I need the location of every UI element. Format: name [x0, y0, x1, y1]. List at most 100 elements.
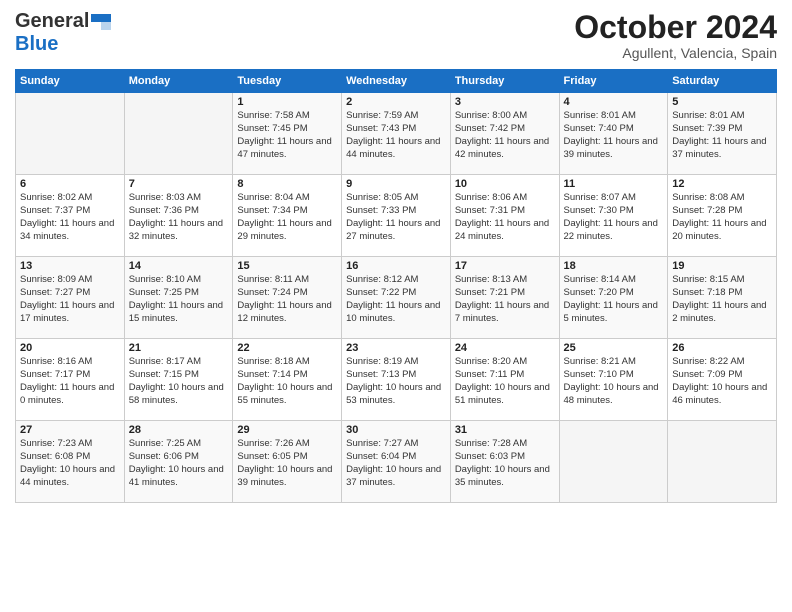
calendar-body: 1Sunrise: 7:58 AMSunset: 7:45 PMDaylight… [16, 93, 777, 503]
day-info: Sunrise: 8:14 AMSunset: 7:20 PMDaylight:… [564, 274, 664, 325]
day-number: 5 [672, 96, 772, 108]
calendar-cell: 30Sunrise: 7:27 AMSunset: 6:04 PMDayligh… [342, 421, 451, 503]
day-number: 4 [564, 96, 664, 108]
day-info: Sunrise: 8:18 AMSunset: 7:14 PMDaylight:… [237, 356, 337, 407]
calendar-cell: 6 Sunrise: 8:02 AMSunset: 7:37 PMDaylight… [16, 175, 125, 257]
day-number: 30 [346, 424, 446, 436]
calendar-cell: 29Sunrise: 7:26 AMSunset: 6:05 PMDayligh… [233, 421, 342, 503]
day-info: Sunrise: 7:59 AMSunset: 7:43 PMDaylight:… [346, 110, 446, 161]
calendar-cell: 3Sunrise: 8:00 AMSunset: 7:42 PMDaylight… [450, 93, 559, 175]
day-number: 24 [455, 342, 555, 354]
day-info: Sunrise: 8:15 AMSunset: 7:18 PMDaylight:… [672, 274, 772, 325]
day-info: Sunrise: 8:00 AMSunset: 7:42 PMDaylight:… [455, 110, 555, 161]
calendar-cell: 25Sunrise: 8:21 AMSunset: 7:10 PMDayligh… [559, 339, 668, 421]
calendar-cell: 2Sunrise: 7:59 AMSunset: 7:43 PMDaylight… [342, 93, 451, 175]
weekday-header-wednesday: Wednesday [342, 70, 451, 93]
weekday-header-saturday: Saturday [668, 70, 777, 93]
day-info: Sunrise: 8:02 AMSunset: 7:37 PMDaylight:… [20, 192, 120, 243]
day-info: Sunrise: 8:17 AMSunset: 7:15 PMDaylight:… [129, 356, 229, 407]
day-number: 13 [20, 260, 120, 272]
day-number: 31 [455, 424, 555, 436]
calendar-cell: 27 Sunrise: 7:23 AMSunset: 6:08 PMDayligh… [16, 421, 125, 503]
day-info: Sunrise: 7:28 AMSunset: 6:03 PMDaylight:… [455, 438, 555, 489]
calendar-table: SundayMondayTuesdayWednesdayThursdayFrid… [15, 69, 777, 503]
day-info: Sunrise: 8:07 AMSunset: 7:30 PMDaylight:… [564, 192, 664, 243]
header: General Blue October 2024 Agullent, Vale… [15, 10, 777, 61]
calendar-cell: 18 Sunrise: 8:14 AMSunset: 7:20 PMDayligh… [559, 257, 668, 339]
day-info: Sunrise: 8:13 AMSunset: 7:21 PMDaylight:… [455, 274, 555, 325]
calendar-cell [559, 421, 668, 503]
calendar-cell: 13 Sunrise: 8:09 AMSunset: 7:27 PMDayligh… [16, 257, 125, 339]
calendar-cell [16, 93, 125, 175]
day-number: 11 [564, 178, 664, 190]
day-info: Sunrise: 7:23 AMSunset: 6:08 PMDaylight:… [20, 438, 120, 489]
day-number: 18 [564, 260, 664, 272]
day-number: 29 [237, 424, 337, 436]
day-number: 20 [20, 342, 120, 354]
day-info: Sunrise: 8:01 AMSunset: 7:39 PMDaylight:… [672, 110, 772, 161]
day-number: 16 [346, 260, 446, 272]
day-number: 19 [672, 260, 772, 272]
weekday-header-friday: Friday [559, 70, 668, 93]
calendar-week-3: 13 Sunrise: 8:09 AMSunset: 7:27 PMDayligh… [16, 257, 777, 339]
day-info: Sunrise: 8:20 AMSunset: 7:11 PMDaylight:… [455, 356, 555, 407]
calendar-cell: 16 Sunrise: 8:12 AMSunset: 7:22 PMDayligh… [342, 257, 451, 339]
day-number: 17 [455, 260, 555, 272]
calendar-cell: 20 Sunrise: 8:16 AMSunset: 7:17 PMDayligh… [16, 339, 125, 421]
day-number: 26 [672, 342, 772, 354]
calendar-cell: 17 Sunrise: 8:13 AMSunset: 7:21 PMDayligh… [450, 257, 559, 339]
day-info: Sunrise: 8:12 AMSunset: 7:22 PMDaylight:… [346, 274, 446, 325]
calendar-cell: 1Sunrise: 7:58 AMSunset: 7:45 PMDaylight… [233, 93, 342, 175]
logo-general: General [15, 10, 89, 33]
day-number: 21 [129, 342, 229, 354]
title-block: October 2024 Agullent, Valencia, Spain [574, 10, 777, 61]
day-number: 9 [346, 178, 446, 190]
day-number: 7 [129, 178, 229, 190]
calendar-page: General Blue October 2024 Agullent, Vale… [0, 0, 792, 612]
calendar-cell: 28 Sunrise: 7:25 AMSunset: 6:06 PMDayligh… [124, 421, 233, 503]
day-number: 8 [237, 178, 337, 190]
day-info: Sunrise: 8:19 AMSunset: 7:13 PMDaylight:… [346, 356, 446, 407]
weekday-header-monday: Monday [124, 70, 233, 93]
day-info: Sunrise: 8:09 AMSunset: 7:27 PMDaylight:… [20, 274, 120, 325]
day-number: 27 [20, 424, 120, 436]
calendar-cell: 31 Sunrise: 7:28 AMSunset: 6:03 PMDayligh… [450, 421, 559, 503]
logo-blue: Blue [15, 33, 58, 56]
calendar-cell: 5 Sunrise: 8:01 AMSunset: 7:39 PMDaylight… [668, 93, 777, 175]
day-info: Sunrise: 8:10 AMSunset: 7:25 PMDaylight:… [129, 274, 229, 325]
weekday-header-tuesday: Tuesday [233, 70, 342, 93]
calendar-cell [668, 421, 777, 503]
calendar-cell: 24 Sunrise: 8:20 AMSunset: 7:11 PMDayligh… [450, 339, 559, 421]
weekday-row: SundayMondayTuesdayWednesdayThursdayFrid… [16, 70, 777, 93]
day-info: Sunrise: 8:08 AMSunset: 7:28 PMDaylight:… [672, 192, 772, 243]
day-number: 15 [237, 260, 337, 272]
calendar-week-4: 20 Sunrise: 8:16 AMSunset: 7:17 PMDayligh… [16, 339, 777, 421]
logo: General Blue [15, 10, 111, 56]
calendar-cell: 7 Sunrise: 8:03 AMSunset: 7:36 PMDaylight… [124, 175, 233, 257]
day-number: 23 [346, 342, 446, 354]
day-number: 10 [455, 178, 555, 190]
calendar-cell: 11 Sunrise: 8:07 AMSunset: 7:30 PMDayligh… [559, 175, 668, 257]
calendar-cell: 21 Sunrise: 8:17 AMSunset: 7:15 PMDayligh… [124, 339, 233, 421]
day-info: Sunrise: 8:01 AMSunset: 7:40 PMDaylight:… [564, 110, 664, 161]
location-title: Agullent, Valencia, Spain [574, 45, 777, 61]
weekday-header-sunday: Sunday [16, 70, 125, 93]
day-number: 6 [20, 178, 120, 190]
day-number: 22 [237, 342, 337, 354]
day-info: Sunrise: 8:03 AMSunset: 7:36 PMDaylight:… [129, 192, 229, 243]
day-number: 1 [237, 96, 337, 108]
calendar-cell: 15Sunrise: 8:11 AMSunset: 7:24 PMDayligh… [233, 257, 342, 339]
month-title: October 2024 [574, 10, 777, 45]
day-info: Sunrise: 8:06 AMSunset: 7:31 PMDaylight:… [455, 192, 555, 243]
calendar-cell: 12Sunrise: 8:08 AMSunset: 7:28 PMDayligh… [668, 175, 777, 257]
day-info: Sunrise: 8:22 AMSunset: 7:09 PMDaylight:… [672, 356, 772, 407]
day-number: 28 [129, 424, 229, 436]
day-number: 14 [129, 260, 229, 272]
day-info: Sunrise: 7:25 AMSunset: 6:06 PMDaylight:… [129, 438, 229, 489]
calendar-cell: 23 Sunrise: 8:19 AMSunset: 7:13 PMDayligh… [342, 339, 451, 421]
calendar-cell: 9Sunrise: 8:05 AMSunset: 7:33 PMDaylight… [342, 175, 451, 257]
day-info: Sunrise: 8:16 AMSunset: 7:17 PMDaylight:… [20, 356, 120, 407]
day-info: Sunrise: 8:21 AMSunset: 7:10 PMDaylight:… [564, 356, 664, 407]
calendar-cell: 19 Sunrise: 8:15 AMSunset: 7:18 PMDayligh… [668, 257, 777, 339]
calendar-week-2: 6 Sunrise: 8:02 AMSunset: 7:37 PMDaylight… [16, 175, 777, 257]
